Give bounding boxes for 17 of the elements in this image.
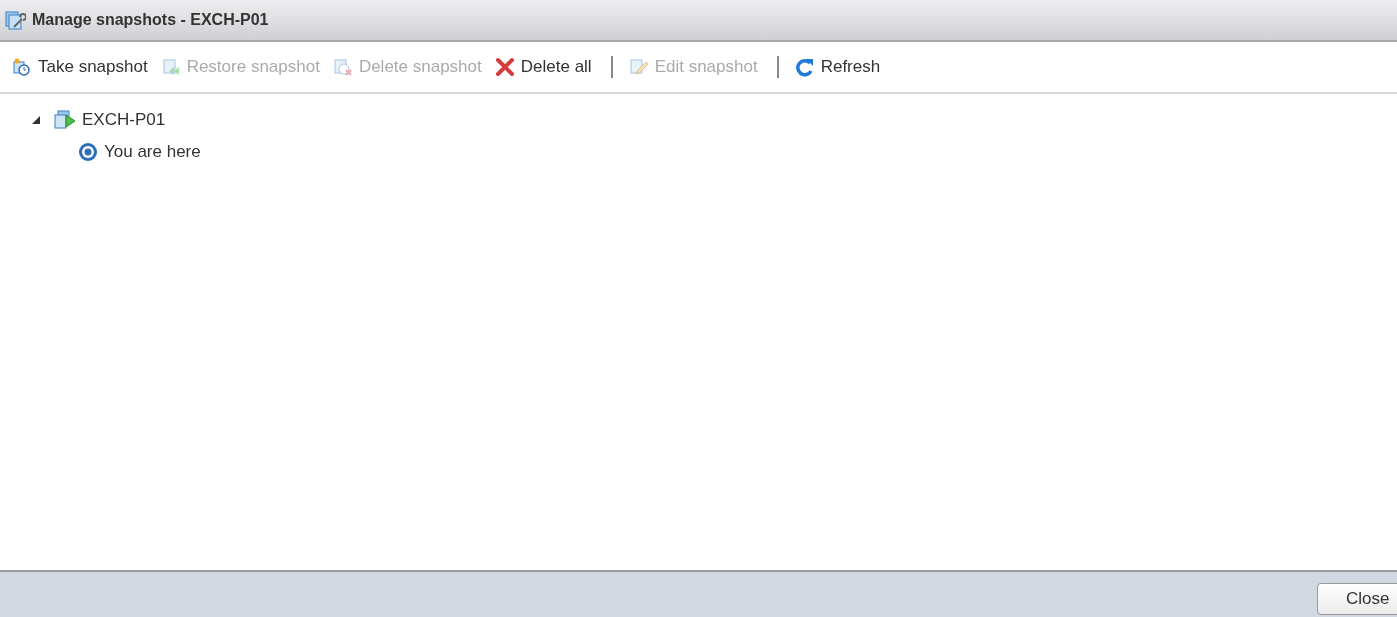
close-icon [494, 57, 515, 77]
close-button[interactable]: Close [1317, 583, 1397, 615]
toolbar-button[interactable]: Take snapshot [10, 57, 159, 77]
toolbar-button[interactable]: Delete all [492, 57, 603, 77]
restore-icon [160, 57, 181, 77]
camera-clock-icon [12, 57, 32, 77]
tree-item[interactable]: EXCH-P01 [82, 110, 166, 130]
delete-snapshot-icon [332, 57, 353, 77]
refresh-icon [794, 57, 815, 77]
edit-pencil-icon [628, 57, 649, 77]
location-target-icon [78, 142, 98, 162]
virtual-machine-icon [54, 109, 76, 131]
window-title: Manage snapshots - EXCH-P01 [32, 11, 269, 29]
snapshot-wrench-icon [4, 9, 26, 31]
toolbar-button[interactable]: Refresh [792, 57, 892, 77]
expand-triangle-icon[interactable] [32, 116, 40, 124]
tree-item[interactable]: You are here [104, 142, 201, 162]
